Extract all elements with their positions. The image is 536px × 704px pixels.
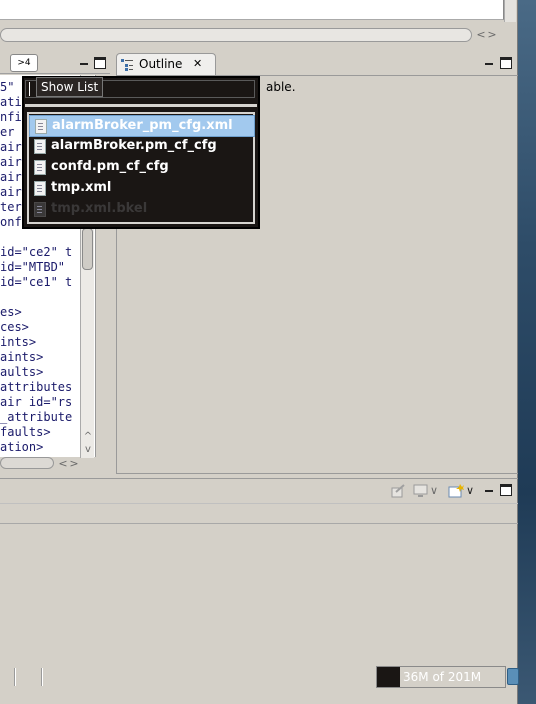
hscroll-left-arrow-icon[interactable]: < bbox=[58, 457, 68, 470]
bottom-minimize-icon[interactable] bbox=[483, 484, 495, 496]
outline-tab-label: Outline bbox=[139, 57, 183, 71]
editor-list-item-label: alarmBroker_pm_cfg.xml bbox=[52, 118, 233, 133]
open-console-dropdown-icon[interactable]: ∨ bbox=[465, 484, 475, 498]
code-line: id="ce1" t bbox=[0, 275, 73, 289]
pin-view-icon[interactable] bbox=[390, 484, 406, 498]
editor-vertical-scrollbar[interactable] bbox=[504, 0, 516, 22]
editor-list-item[interactable]: confd.pm_cf_cfg bbox=[29, 157, 253, 177]
editor-list-item-label: confd.pm_cf_cfg bbox=[51, 159, 169, 174]
outline-maximize-icon[interactable] bbox=[500, 57, 512, 69]
code-line: ation> bbox=[0, 440, 44, 454]
editor-list-item-label: alarmBroker.pm_cf_cfg bbox=[51, 138, 217, 153]
tooltip: Show List bbox=[36, 77, 104, 97]
code-line: aults> bbox=[0, 365, 44, 379]
maximize-icon[interactable] bbox=[94, 57, 106, 69]
editor-area-top[interactable] bbox=[0, 0, 504, 20]
code-line: id="ce2" t bbox=[0, 245, 73, 259]
file-icon bbox=[34, 139, 46, 154]
display-console-dropdown-icon[interactable]: ∨ bbox=[429, 484, 439, 498]
text-caret bbox=[29, 82, 30, 96]
bottom-divider-lower bbox=[0, 523, 518, 524]
editor-list-item[interactable]: tmp.xml bbox=[29, 178, 253, 198]
editor-list-item[interactable]: alarmBroker.pm_cf_cfg bbox=[29, 136, 253, 156]
close-icon[interactable]: ✕ bbox=[193, 57, 202, 70]
hscroll-right-arrow-icon[interactable]: > bbox=[69, 457, 79, 470]
file-icon bbox=[34, 160, 46, 175]
file-icon bbox=[35, 119, 47, 134]
file-icon bbox=[34, 202, 46, 217]
code-line: attributes bbox=[0, 380, 73, 394]
popup-separator bbox=[25, 104, 257, 107]
heap-status-text: 36M of 201M bbox=[403, 670, 482, 684]
file-icon bbox=[34, 181, 46, 196]
editor-list-item-label: tmp.xml.bkel bbox=[51, 201, 148, 216]
code-line: ces> bbox=[0, 320, 29, 334]
bottom-view bbox=[0, 478, 518, 663]
editor-horizontal-scrollbar[interactable] bbox=[0, 28, 472, 42]
code-line: ints> bbox=[0, 335, 37, 349]
scroll-down-arrow-icon[interactable]: v bbox=[82, 443, 94, 455]
editor-list-item[interactable]: alarmBroker_pm_cfg.xml bbox=[29, 115, 255, 137]
display-console-icon[interactable] bbox=[413, 484, 429, 498]
scroll-right-arrow-icon[interactable]: > bbox=[487, 28, 497, 42]
heap-usage-bar bbox=[377, 667, 400, 687]
bottom-maximize-icon[interactable] bbox=[500, 484, 512, 496]
scroll-up-arrow-icon[interactable]: ^ bbox=[82, 430, 94, 442]
editor-list-item-label: tmp.xml bbox=[51, 180, 112, 195]
code-line: aints> bbox=[0, 350, 44, 364]
code-line: _attribute bbox=[0, 410, 73, 424]
editor-list-item[interactable]: tmp.xml.bkel bbox=[29, 199, 253, 219]
status-separator bbox=[41, 668, 43, 686]
minimize-icon[interactable] bbox=[78, 57, 90, 69]
source-horizontal-scrollbar[interactable] bbox=[0, 457, 54, 469]
outline-icon bbox=[121, 58, 133, 71]
tab-outline[interactable]: Outline ✕ bbox=[116, 53, 216, 75]
garbage-collect-icon[interactable] bbox=[507, 668, 519, 685]
outline-minimize-icon[interactable] bbox=[483, 57, 495, 69]
bottom-divider bbox=[0, 503, 518, 504]
open-console-icon[interactable] bbox=[448, 484, 464, 498]
scroll-left-arrow-icon[interactable]: < bbox=[476, 28, 486, 42]
source-scroll-thumb[interactable] bbox=[82, 228, 93, 270]
outline-message: able. bbox=[266, 80, 296, 94]
status-separator bbox=[14, 668, 16, 686]
desktop-background bbox=[518, 0, 536, 704]
code-line: es> bbox=[0, 305, 22, 319]
code-line: air id="rs bbox=[0, 395, 73, 409]
terminal-tab[interactable]: >4 bbox=[10, 54, 38, 72]
code-line: faults> bbox=[0, 425, 51, 439]
code-line: id="MTBD" bbox=[0, 260, 66, 274]
